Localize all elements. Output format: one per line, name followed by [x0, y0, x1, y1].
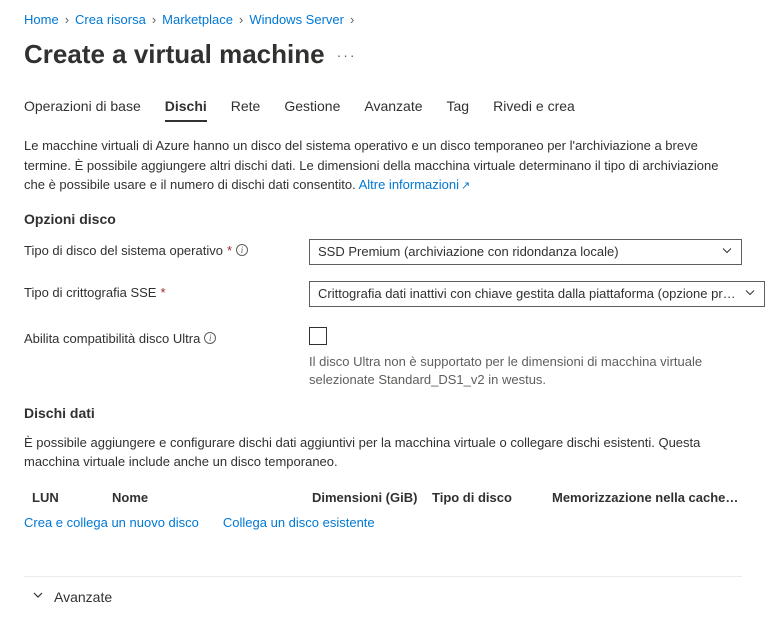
- breadcrumb-marketplace[interactable]: Marketplace: [162, 12, 233, 27]
- tabs: Operazioni di base Dischi Rete Gestione …: [24, 98, 742, 122]
- breadcrumb-create-resource[interactable]: Crea risorsa: [75, 12, 146, 27]
- breadcrumb-windows-server[interactable]: Windows Server: [249, 12, 344, 27]
- col-name: Nome: [112, 490, 312, 505]
- external-link-icon: ↗: [461, 180, 470, 192]
- tab-disks[interactable]: Dischi: [165, 98, 207, 122]
- section-data-disks: Dischi dati: [24, 405, 742, 421]
- ultra-disk-label: Abilita compatibilità disco Ultra i: [24, 327, 309, 346]
- info-icon[interactable]: i: [236, 244, 248, 256]
- col-caching: Memorizzazione nella cache de…: [552, 490, 742, 505]
- intro-text: Le macchine virtuali di Azure hanno un d…: [24, 136, 742, 195]
- advanced-accordion-label: Avanzate: [54, 589, 112, 605]
- chevron-right-icon: ›: [65, 12, 69, 27]
- chevron-right-icon: ›: [239, 12, 243, 27]
- breadcrumb: Home › Crea risorsa › Marketplace › Wind…: [24, 12, 742, 27]
- tab-advanced[interactable]: Avanzate: [364, 98, 422, 122]
- col-lun: LUN: [32, 490, 112, 505]
- tab-review[interactable]: Rivedi e crea: [493, 98, 575, 122]
- data-disks-description: È possibile aggiungere e configurare dis…: [24, 433, 742, 472]
- ultra-disk-checkbox[interactable]: [309, 327, 327, 345]
- data-disks-table-header: LUN Nome Dimensioni (GiB) Tipo di disco …: [24, 484, 742, 515]
- attach-existing-disk-link[interactable]: Collega un disco esistente: [223, 515, 375, 530]
- col-size: Dimensioni (GiB): [312, 490, 432, 505]
- ultra-disk-hint: Il disco Ultra non è supportato per le d…: [309, 353, 742, 389]
- chevron-right-icon: ›: [350, 12, 354, 27]
- chevron-down-icon: [32, 589, 44, 604]
- learn-more-link[interactable]: Altre informazioni↗: [359, 177, 471, 192]
- sse-encryption-select[interactable]: Crittografia dati inattivi con chiave ge…: [309, 281, 765, 307]
- chevron-down-icon: [721, 244, 733, 259]
- col-disk-type: Tipo di disco: [432, 490, 552, 505]
- chevron-down-icon: [744, 286, 756, 301]
- advanced-accordion[interactable]: Avanzate: [24, 576, 742, 617]
- tab-management[interactable]: Gestione: [284, 98, 340, 122]
- tab-tags[interactable]: Tag: [447, 98, 470, 122]
- os-disk-type-select[interactable]: SSD Premium (archiviazione con ridondanz…: [309, 239, 742, 265]
- info-icon[interactable]: i: [204, 332, 216, 344]
- page-title: Create a virtual machine: [24, 39, 325, 70]
- section-disk-options: Opzioni disco: [24, 211, 742, 227]
- chevron-right-icon: ›: [152, 12, 156, 27]
- os-disk-type-label: Tipo di disco del sistema operativo * i: [24, 239, 309, 258]
- required-indicator: *: [227, 243, 232, 258]
- sse-encryption-label: Tipo di crittografia SSE *: [24, 281, 309, 300]
- tab-basics[interactable]: Operazioni di base: [24, 98, 141, 122]
- breadcrumb-home[interactable]: Home: [24, 12, 59, 27]
- tab-networking[interactable]: Rete: [231, 98, 261, 122]
- required-indicator: *: [160, 285, 165, 300]
- create-attach-disk-link[interactable]: Crea e collega un nuovo disco: [24, 515, 199, 530]
- more-actions-button[interactable]: ···: [337, 47, 357, 63]
